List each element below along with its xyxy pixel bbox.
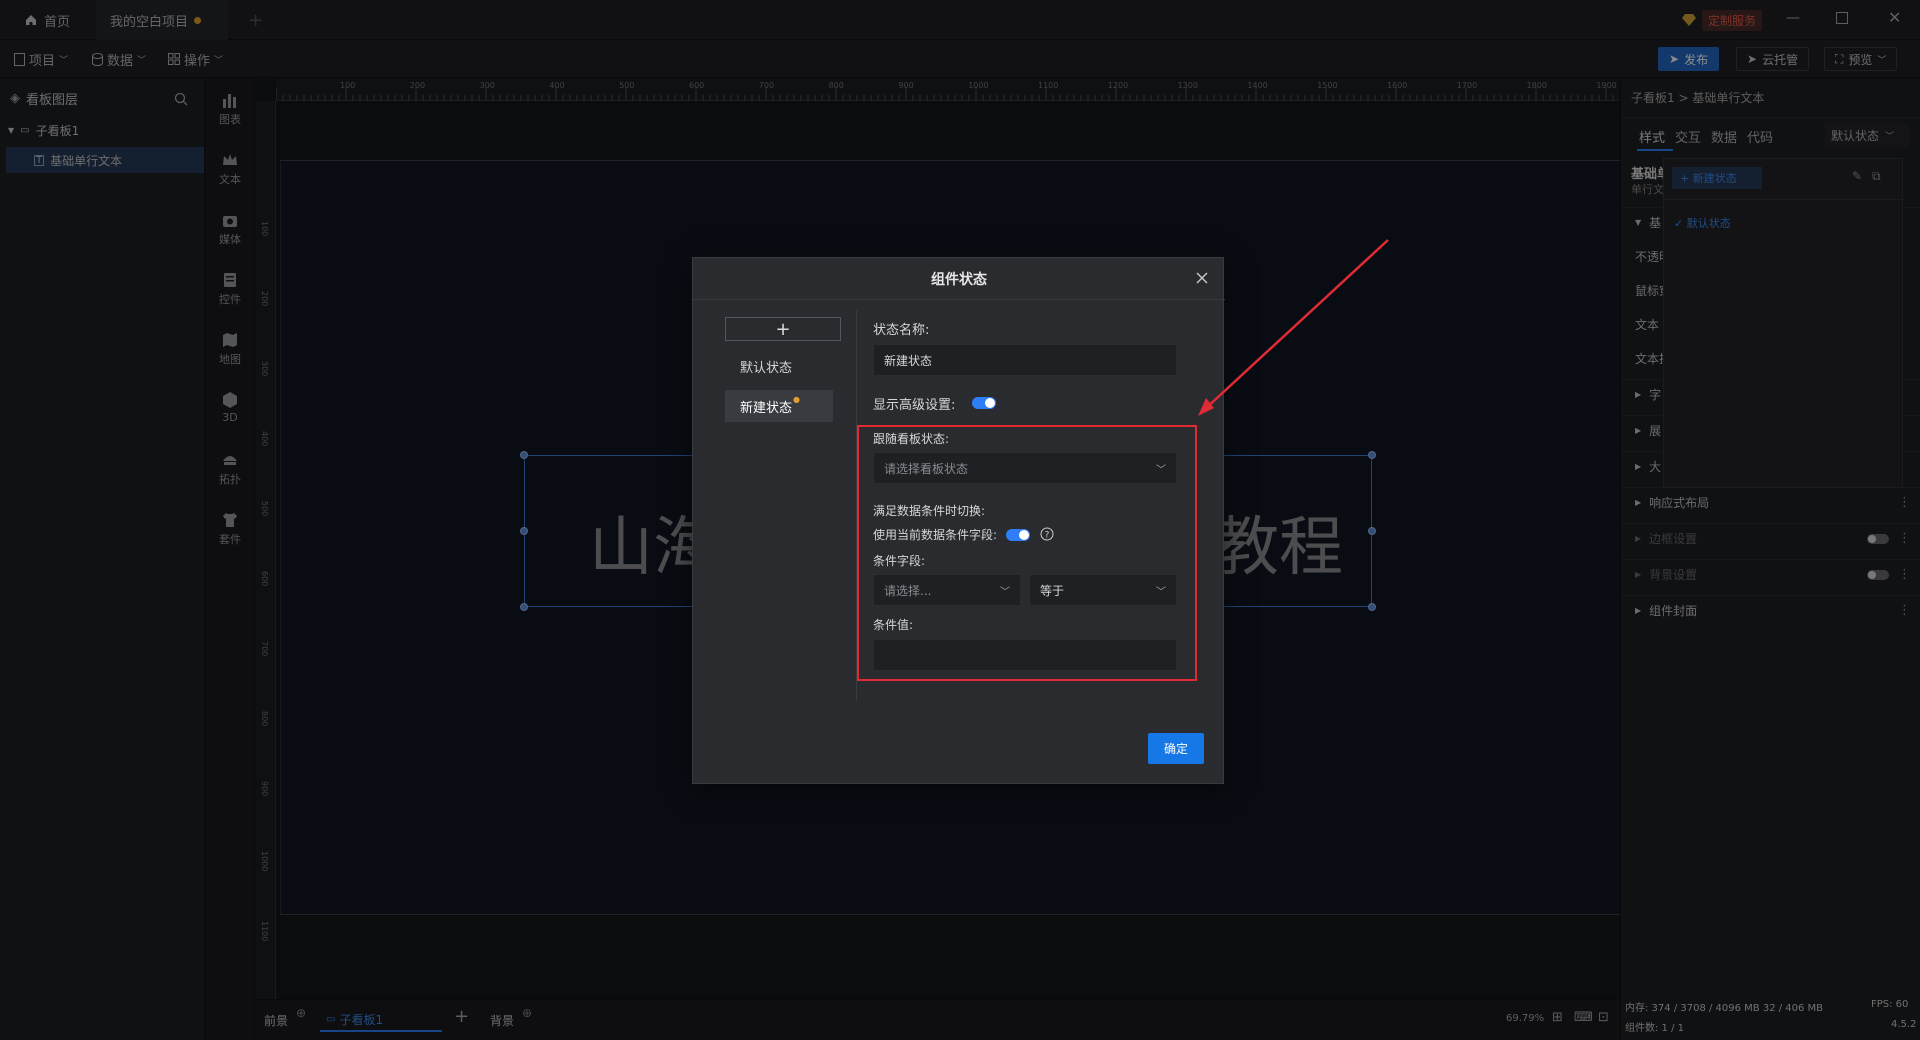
add-state-button[interactable]: + bbox=[725, 317, 841, 341]
annotation-highlight-box bbox=[857, 425, 1197, 681]
state-item-new-label: 新建状态 bbox=[740, 400, 793, 416]
state-name-value: 新建状态 bbox=[884, 353, 933, 368]
confirm-label: 确定 bbox=[1163, 742, 1188, 756]
state-name-label: 状态名称: bbox=[873, 323, 930, 338]
modified-marker: ● bbox=[793, 395, 800, 404]
state-item-default[interactable]: 默认状态 bbox=[740, 357, 792, 376]
state-item-new[interactable]: 新建状态 ● bbox=[725, 390, 833, 422]
plus-icon: + bbox=[775, 318, 791, 340]
dialog-title: 组件状态 bbox=[931, 271, 987, 288]
close-icon[interactable] bbox=[1196, 272, 1208, 284]
dialog-header: 组件状态 bbox=[693, 258, 1225, 300]
advanced-settings-toggle[interactable] bbox=[972, 397, 996, 409]
state-name-input[interactable]: 新建状态 bbox=[873, 344, 1177, 376]
advanced-settings-label: 显示高级设置: bbox=[873, 398, 956, 413]
confirm-button[interactable]: 确定 bbox=[1148, 733, 1204, 764]
